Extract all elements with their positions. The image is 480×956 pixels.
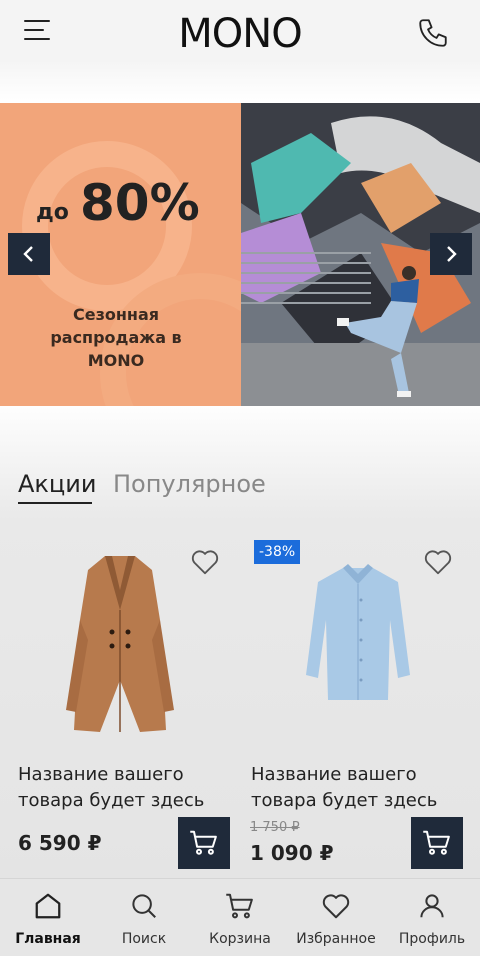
promo-banner[interactable]: до 80% Сезонная распродажа в MONO bbox=[0, 103, 480, 406]
product-card[interactable]: Название вашего товара будет здесь 6 590… bbox=[0, 530, 230, 875]
nav-item-cart[interactable]: Корзина bbox=[192, 879, 288, 956]
tab-popular[interactable]: Популярное bbox=[113, 468, 266, 500]
heart-icon bbox=[321, 891, 351, 921]
chevron-left-icon[interactable] bbox=[8, 233, 50, 275]
nav-label: Главная bbox=[15, 931, 81, 947]
product-card[interactable]: -38% Название вашего товара будет здесь … bbox=[240, 530, 463, 875]
nav-label: Избранное bbox=[296, 931, 376, 947]
bottom-navigation: Главная Поиск Корзина Избранное Профиль bbox=[0, 878, 480, 956]
old-price: 1 750 ₽ bbox=[250, 820, 300, 835]
search-icon bbox=[129, 891, 159, 921]
logo[interactable]: MONO bbox=[155, 10, 325, 58]
app-header: MONO bbox=[0, 0, 480, 68]
promo-value: 80% bbox=[80, 174, 200, 232]
nav-item-home[interactable]: Главная bbox=[0, 879, 96, 956]
coat-image[interactable] bbox=[50, 550, 190, 740]
nav-item-search[interactable]: Поиск bbox=[96, 879, 192, 956]
promo-prefix: до bbox=[36, 200, 69, 225]
add-to-cart-button[interactable] bbox=[178, 817, 230, 869]
product-price: 1 090 ₽ bbox=[250, 841, 334, 865]
tab-promotions[interactable]: Акции bbox=[18, 468, 96, 500]
tab-active-indicator bbox=[18, 502, 92, 504]
add-to-cart-button[interactable] bbox=[411, 817, 463, 869]
nav-label: Поиск bbox=[121, 931, 167, 947]
nav-label: Корзина bbox=[209, 931, 271, 947]
heart-icon[interactable] bbox=[190, 548, 220, 576]
hamburger-icon[interactable] bbox=[24, 20, 52, 46]
nav-item-profile[interactable]: Профиль bbox=[384, 879, 480, 956]
product-title[interactable]: Название вашего товара будет здесь bbox=[18, 762, 218, 814]
chevron-right-icon[interactable] bbox=[430, 233, 472, 275]
shirt-image[interactable] bbox=[288, 560, 428, 750]
phone-icon[interactable] bbox=[416, 16, 450, 50]
nav-item-favorites[interactable]: Избранное bbox=[288, 879, 384, 956]
promo-text: Сезонная распродажа в MONO bbox=[50, 305, 182, 370]
product-price: 6 590 ₽ bbox=[18, 831, 102, 855]
user-icon bbox=[417, 891, 447, 921]
nav-label: Профиль bbox=[398, 931, 466, 947]
cart-icon bbox=[225, 891, 255, 921]
home-icon bbox=[33, 891, 63, 921]
product-title[interactable]: Название вашего товара будет здесь bbox=[251, 762, 451, 814]
